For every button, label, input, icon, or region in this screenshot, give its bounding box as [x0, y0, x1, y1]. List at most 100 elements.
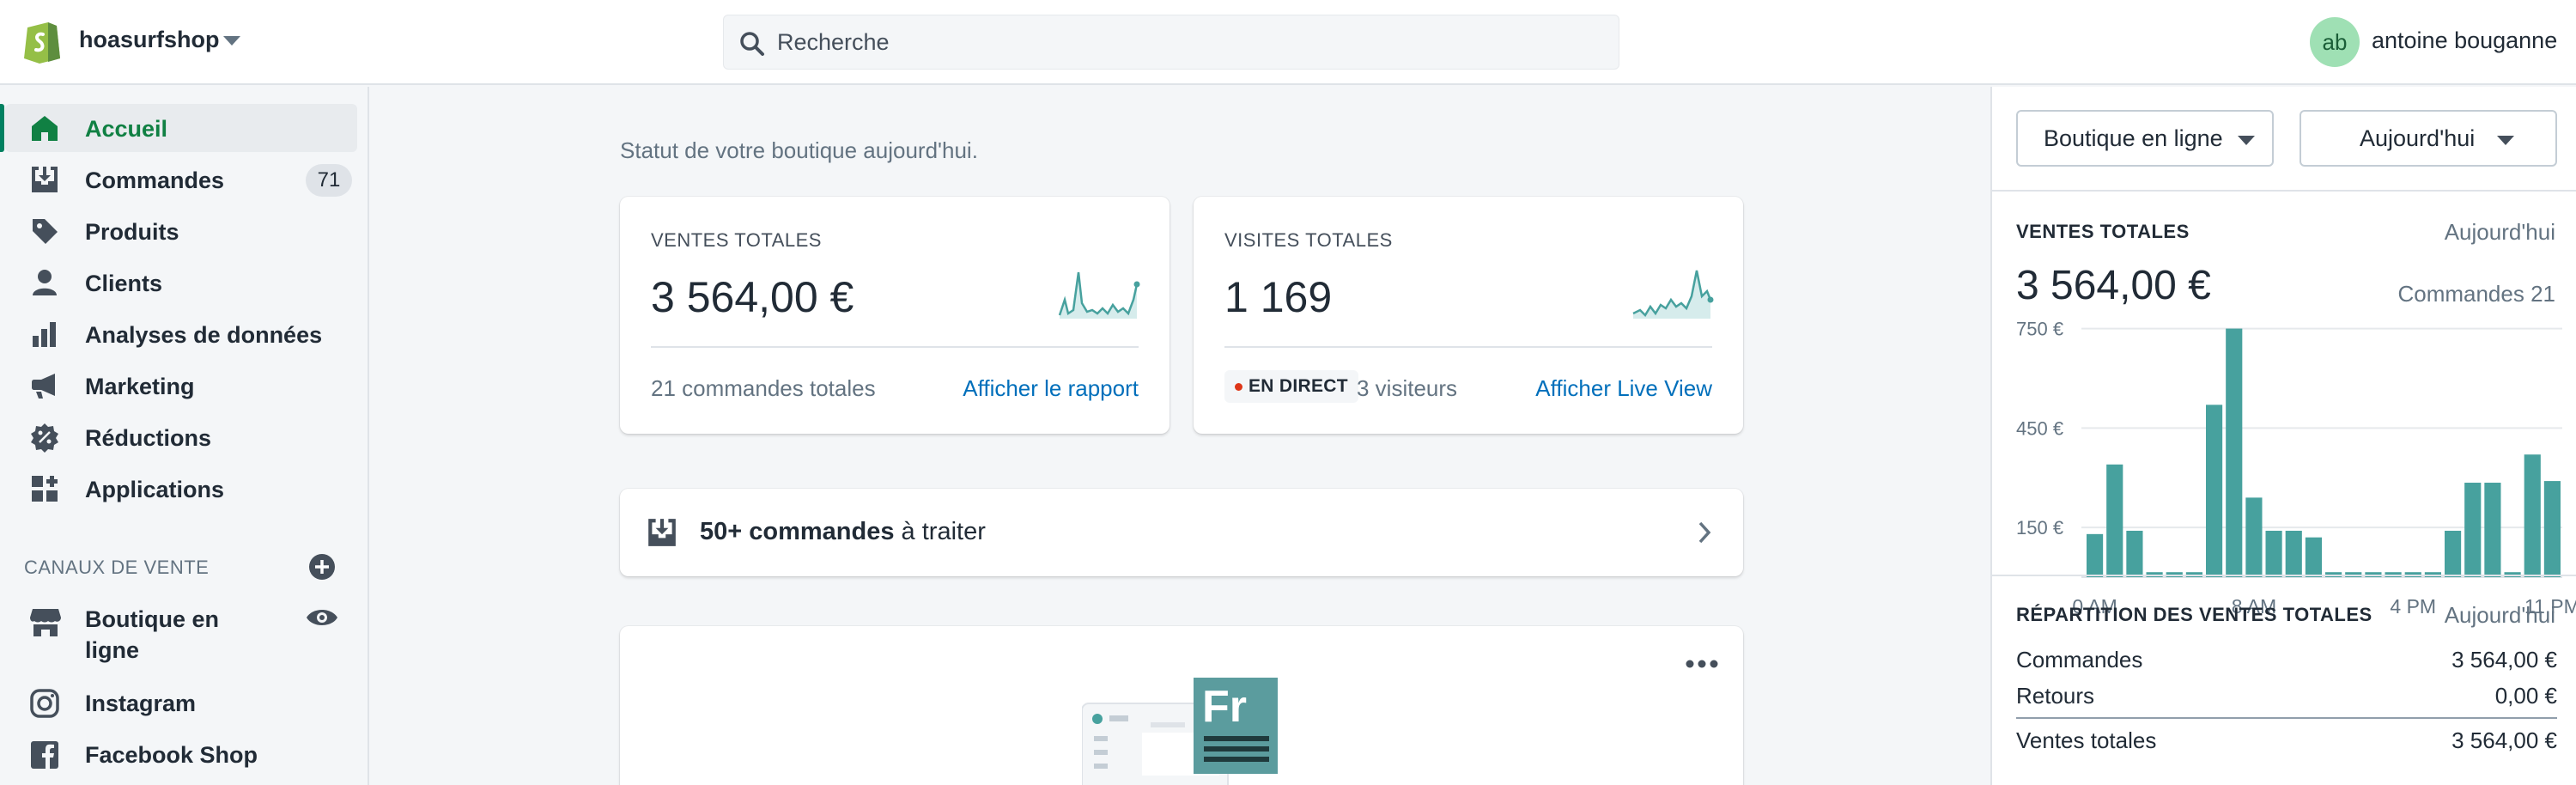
sidebar-item-label: Commandes — [85, 167, 225, 193]
orders-to-process-text: 50+ commandes à traiter — [700, 518, 986, 546]
breakdown-name: Commandes — [2016, 647, 2143, 672]
chart-bar[interactable] — [2543, 481, 2561, 577]
total-sales-label: VENTES TOTALES — [2016, 221, 2190, 242]
sidebar-item-clients[interactable]: Clients — [5, 259, 357, 307]
channel-label-line1: Boutique en — [85, 606, 219, 632]
sidebar-item-marketing[interactable]: Marketing — [5, 362, 357, 410]
card-value: 3 564,00 € — [651, 273, 854, 321]
sidebar-item-produits[interactable]: Produits — [5, 207, 357, 255]
panel-divider — [1992, 190, 2576, 192]
chart-bar[interactable] — [2087, 533, 2104, 577]
breakdown-value: 3 564,00 € — [2451, 727, 2557, 753]
sidebar-item-label: Accueil — [85, 116, 168, 142]
sidebar-item-label: Applications — [85, 477, 225, 502]
chart-bar[interactable] — [2445, 530, 2462, 577]
shop-name[interactable]: hoasurfshop — [79, 27, 220, 53]
live-view-link[interactable]: Afficher Live View — [1535, 375, 1712, 402]
total-sales-card: VENTES TOTALES 3 564,00 € 21 commandes t… — [620, 197, 1170, 434]
megaphone-icon — [32, 374, 55, 399]
sidebar-item-accueil[interactable]: Accueil — [0, 104, 357, 152]
sales-channel-label: Boutique en ligne — [2044, 125, 2223, 151]
card-value: 1 169 — [1224, 273, 1333, 321]
chevron-down-icon — [2497, 136, 2514, 145]
chart-bar[interactable] — [2464, 483, 2482, 577]
home-icon — [32, 116, 58, 141]
channel-label: Facebook Shop — [85, 742, 258, 768]
card-divider — [1224, 346, 1712, 348]
sidebar-item-label: Marketing — [85, 374, 195, 399]
channel-label: Instagram — [85, 691, 197, 716]
orders-count-text: Commandes 21 — [2397, 281, 2555, 307]
view-store-eye-icon[interactable] — [306, 605, 338, 630]
chevron-down-icon — [2238, 136, 2255, 145]
channel-label-line2: ligne — [85, 637, 140, 663]
sidebar-item-commandes[interactable]: Commandes 71 — [5, 155, 357, 204]
search-input[interactable] — [777, 15, 1601, 69]
total-sales-period: Aujourd'hui — [2444, 219, 2555, 245]
orders-icon — [32, 167, 58, 192]
chart-bar[interactable] — [2265, 530, 2282, 577]
user-name[interactable]: antoine bouganne — [2372, 27, 2557, 54]
sidebar-item-label: Produits — [85, 219, 179, 245]
instagram-icon — [30, 689, 59, 718]
orders-to-process-card[interactable]: 50+ commandes à traiter — [620, 489, 1743, 576]
sales-channel-select[interactable]: Boutique en ligne — [2016, 110, 2274, 167]
total-sales-value: 3 564,00 € — [2016, 263, 2211, 308]
view-report-link[interactable]: Afficher le rapport — [963, 375, 1139, 402]
store-icon — [30, 609, 61, 636]
card-label: VENTES TOTALES — [651, 229, 822, 251]
orders-suffix-text: à traiter — [894, 518, 986, 545]
right-panel: Boutique en ligne Aujourd'hui VENTES TOT… — [1990, 87, 2576, 785]
orders-count-text: 50+ commandes — [700, 518, 895, 545]
chart-y-tick-label: 450 € — [2016, 417, 2063, 439]
sidebar-item-applications[interactable]: Applications — [5, 465, 357, 513]
chart-y-tick-label: 750 € — [2016, 319, 2063, 340]
chart-bar[interactable] — [2484, 483, 2501, 577]
bar-chart-icon — [33, 322, 56, 347]
french-badge-text: Fr — [1202, 682, 1247, 732]
card-divider — [651, 346, 1139, 348]
live-dot-icon — [1235, 383, 1242, 391]
period-select[interactable]: Aujourd'hui — [2300, 110, 2557, 167]
hourly-sales-chart: 750 €450 €150 €0 AM 8 AM 4 PM 11 PM — [2016, 319, 2576, 618]
chart-bar[interactable] — [2226, 328, 2243, 577]
french-badge: Fr — [1194, 678, 1278, 774]
breakdown-row-total: Ventes totales 3 564,00 € — [2016, 727, 2557, 754]
sidebar-item-reductions[interactable]: Réductions — [5, 413, 357, 461]
sales-channels-heading: CANAUX DE VENTE — [24, 557, 210, 578]
badge-line — [1204, 736, 1269, 741]
discount-icon — [31, 423, 58, 453]
chart-bar[interactable] — [2305, 537, 2322, 577]
total-visits-card: VISITES TOTALES 1 169 EN DIRECT 3 visite… — [1194, 197, 1743, 434]
chart-x-tick-label: 4 PM — [2390, 595, 2436, 618]
breakdown-row-returns: Retours 0,00 € — [2016, 683, 2557, 709]
breakdown-value: 0,00 € — [2494, 683, 2557, 709]
promo-card: Fr — [620, 626, 1743, 785]
chart-bar[interactable] — [2524, 454, 2541, 577]
chart-bar[interactable] — [2285, 530, 2302, 577]
breakdown-name: Ventes totales — [2016, 727, 2157, 753]
channel-instagram[interactable]: Instagram — [0, 683, 361, 724]
chart-bar[interactable] — [2206, 405, 2223, 577]
apps-icon — [32, 476, 58, 502]
visits-sparkline-icon — [1632, 270, 1714, 319]
chart-bar[interactable] — [2106, 464, 2123, 577]
live-badge-text: EN DIRECT — [1249, 376, 1348, 396]
chart-bar[interactable] — [2126, 530, 2143, 577]
shop-menu-caret-icon[interactable] — [223, 36, 240, 46]
sidebar: Accueil Commandes 71 Produits Clients An… — [0, 87, 369, 785]
channel-facebook-shop[interactable]: Facebook Shop — [0, 734, 361, 776]
live-badge: EN DIRECT — [1224, 370, 1358, 403]
chart-bar[interactable] — [2245, 497, 2263, 577]
shopify-logo-icon[interactable] — [22, 19, 62, 64]
sidebar-item-label: Réductions — [85, 425, 212, 451]
search-box[interactable] — [723, 15, 1619, 70]
page-subtitle: Statut de votre boutique aujourd'hui. — [620, 137, 978, 163]
add-channel-icon[interactable] — [307, 552, 337, 581]
facebook-icon — [31, 741, 58, 769]
avatar[interactable]: ab — [2310, 17, 2360, 67]
search-icon — [740, 32, 764, 56]
more-options-icon[interactable] — [1685, 659, 1719, 669]
card-label: VISITES TOTALES — [1224, 229, 1393, 251]
sidebar-item-analyses[interactable]: Analyses de données — [5, 310, 357, 358]
